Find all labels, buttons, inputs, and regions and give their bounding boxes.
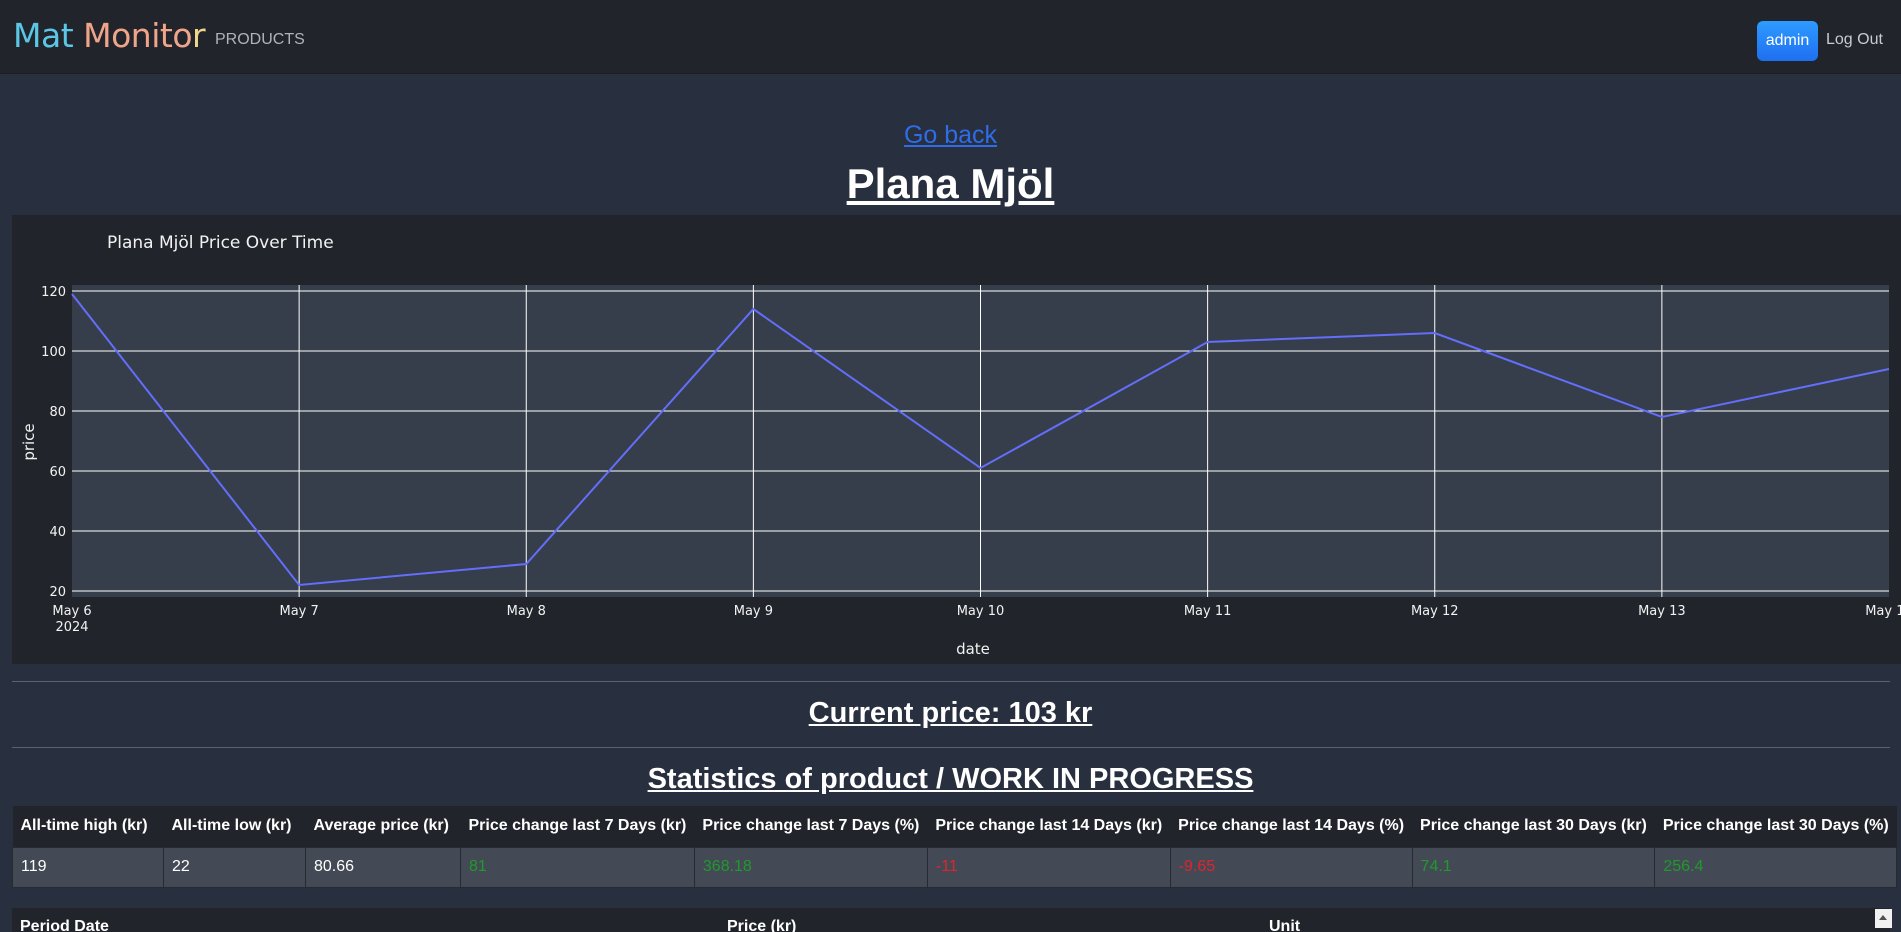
x-tick-label: May 14 xyxy=(1865,604,1901,619)
logout-link[interactable]: Log Out xyxy=(1826,31,1883,49)
stats-value: 80.66 xyxy=(305,846,461,888)
stats-header: Price change last 7 Days (%) xyxy=(694,806,928,847)
stats-table: All-time high (kr) All-time low (kr) Ave… xyxy=(12,806,1898,888)
current-price: Current price: 103 kr xyxy=(808,697,1093,729)
scrollbar-up-arrow[interactable] xyxy=(1875,909,1892,928)
brand-word-2: Monitor xyxy=(83,16,206,55)
stats-value-row: 119 22 80.66 81 368.18 -11 -9.65 74.1 25… xyxy=(12,846,1898,888)
x-tick-label: May 6 xyxy=(52,604,91,619)
period-header-price: Price (kr) xyxy=(727,918,797,932)
chart-title: Plana Mjöl Price Over Time xyxy=(107,233,334,253)
divider xyxy=(12,747,1890,748)
stats-header: Price change last 14 Days (kr) xyxy=(927,806,1171,847)
stats-value: 256.4 xyxy=(1654,846,1898,888)
divider xyxy=(12,681,1890,682)
x-tick-label: May 12 xyxy=(1411,604,1459,619)
y-tick-label: 40 xyxy=(49,525,66,540)
y-tick-label: 60 xyxy=(49,465,66,480)
user-button[interactable]: admin xyxy=(1757,21,1818,61)
x-tick-label: May 9 xyxy=(734,604,773,619)
stats-value: -9.65 xyxy=(1169,846,1413,888)
period-table: Period Date Price (kr) Unit xyxy=(12,908,1890,932)
x-tick-label: May 10 xyxy=(957,604,1005,619)
navbar: Mat Monitor PRODUCTS admin Log Out xyxy=(0,0,1901,74)
stats-header: All-time high (kr) xyxy=(12,806,164,847)
stats-header: Price change last 14 Days (%) xyxy=(1170,806,1413,847)
x-tick-label: May 13 xyxy=(1638,604,1686,619)
stats-value: 81 xyxy=(460,846,695,888)
x-tick-label: May 11 xyxy=(1184,604,1232,619)
stats-header: All-time low (kr) xyxy=(163,806,306,847)
nav-link-products[interactable]: PRODUCTS xyxy=(215,31,305,49)
stats-header: Price change last 30 Days (%) xyxy=(1654,806,1897,847)
x-tick-label: May 8 xyxy=(507,604,546,619)
y-tick-label: 100 xyxy=(41,345,66,360)
price-chart-svg: 20 40 60 80 100 120 May 6 May 7 May 8 May 9 May 1… xyxy=(20,285,1901,658)
stats-value: 368.18 xyxy=(693,846,928,888)
stats-value: -11 xyxy=(926,846,1171,888)
product-title: Plana Mjöl xyxy=(846,160,1055,207)
stats-value: 74.1 xyxy=(1411,846,1656,888)
brand-word-1: Mat xyxy=(13,16,74,55)
x-axis-label: date xyxy=(956,640,990,658)
x-tick-year-label: 2024 xyxy=(55,620,88,635)
period-header-date: Period Date xyxy=(20,918,109,932)
x-tick-label: May 7 xyxy=(279,604,318,619)
stats-header: Average price (kr) xyxy=(305,806,461,847)
stats-header: Price change last 7 Days (kr) xyxy=(460,806,695,847)
stats-value: 22 xyxy=(163,846,306,888)
stats-value: 119 xyxy=(12,846,164,888)
y-tick-label: 120 xyxy=(41,285,66,300)
period-header-unit: Unit xyxy=(1269,918,1301,932)
stats-header: Price change last 30 Days (kr) xyxy=(1412,806,1655,847)
y-tick-label: 80 xyxy=(49,405,66,420)
go-back-link[interactable]: Go back xyxy=(0,121,1901,150)
y-axis-label: price xyxy=(20,423,38,460)
brand-logo[interactable]: Mat Monitor xyxy=(13,16,206,55)
price-chart[interactable]: 20 40 60 80 100 120 May 6 May 7 May 8 May 9 May 1… xyxy=(12,215,1901,664)
stats-title: Statistics of product / WORK IN PROGRESS xyxy=(647,763,1254,795)
stats-header-row: All-time high (kr) All-time low (kr) Ave… xyxy=(12,806,1897,847)
y-tick-label: 20 xyxy=(49,585,66,600)
